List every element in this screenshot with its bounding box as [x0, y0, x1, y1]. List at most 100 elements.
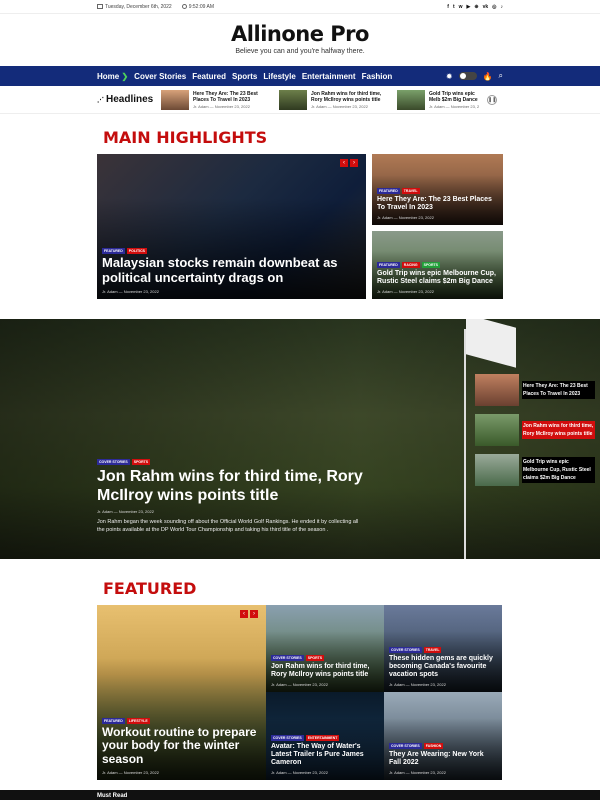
nav-item-entertainment[interactable]: Entertainment — [302, 72, 356, 81]
hero-feature[interactable]: COVER STORIES SPORTS Jon Rahm wins for th… — [0, 319, 600, 559]
nav-item-fashion[interactable]: Fashion — [362, 72, 393, 81]
category-badge[interactable]: COVER STORIES — [97, 459, 130, 465]
featured-grid-title[interactable]: Jon Rahm wins for third time, Rory McIlr… — [271, 663, 379, 679]
category-badge[interactable]: LIFESTYLE — [126, 717, 150, 724]
headline-title: Gold Trip wins epic Melb $2m Big Dance — [429, 90, 478, 103]
lead-story-title[interactable]: Malaysian stocks remain downbeat as poli… — [102, 255, 361, 286]
headline-meta: Jr. Adam — November 23, 2022 — [193, 103, 250, 109]
featured-grid-title[interactable]: These hidden gems are quickly becoming C… — [389, 655, 497, 679]
twitter-icon[interactable]: t — [453, 4, 455, 10]
instagram-icon[interactable]: ◎ — [492, 4, 496, 10]
headline-item[interactable]: Here They Are: The 23 Best Places To Tra… — [161, 89, 273, 110]
story-meta: Jr. Adam — November 23, 2022 — [377, 215, 434, 220]
tiktok-icon[interactable]: ♪ — [501, 4, 504, 10]
story-meta: Jr. Adam — November 23, 2022 — [271, 770, 328, 775]
featured-lead-card[interactable]: ‹ › FEATURED LIFESTYLE Workout routine to … — [97, 605, 266, 780]
list-item[interactable]: Jon Rahm wins for third time, Rory McIlr… — [475, 414, 595, 446]
headline-meta: Jr. Adam — November 23, 2022 — [311, 103, 368, 109]
prev-arrow-button[interactable]: ‹ — [340, 159, 348, 167]
list-item-title[interactable]: Here They Are: The 23 Best Places To Tra… — [522, 381, 595, 399]
site-logo[interactable]: Allinone Pro — [0, 22, 600, 46]
story-meta: Jr. Adam — November 23, 2022 — [97, 509, 154, 514]
featured-grid-card[interactable]: COVER STORIES SPORTS Jon Rahm wins for th… — [266, 605, 384, 692]
top-bar: Tuesday, December 6th, 2022 9:52:09 AM f… — [0, 0, 600, 14]
category-badge[interactable]: POLITICS — [126, 248, 147, 255]
facebook-icon[interactable]: f — [447, 4, 449, 10]
headline-item[interactable]: Jon Rahm wins for third time, Rory McIlr… — [279, 89, 391, 110]
pause-button[interactable]: ❚❚ — [487, 94, 497, 105]
hero-excerpt: Jon Rahm began the week sounding off abo… — [97, 519, 359, 533]
side-story-card[interactable]: FEATURED TRAVEL Here They Are: The 23 Bes… — [372, 154, 503, 225]
dark-mode-toggle[interactable] — [458, 72, 477, 80]
list-thumbnail — [475, 454, 519, 486]
fire-icon[interactable]: 🔥 — [483, 72, 493, 81]
category-badge[interactable]: FEATURED — [102, 248, 125, 255]
featured-lead-title[interactable]: Workout routine to prepare your body for… — [102, 725, 261, 767]
prev-arrow-button[interactable]: ‹ — [240, 610, 248, 618]
featured-title: FEATURED — [103, 579, 197, 598]
featured-grid-card[interactable]: COVER STORIES ENTERTAINMENT Avatar: The W… — [266, 692, 384, 780]
category-badge[interactable]: SPORTS — [305, 654, 325, 661]
next-arrow-button[interactable]: › — [250, 610, 258, 618]
side-story-card[interactable]: FEATURED RACING SPORTS Gold Trip wins epic… — [372, 231, 503, 299]
side-story-title[interactable]: Here They Are: The 23 Best Places To Tra… — [377, 196, 498, 212]
time-display: 9:52:09 AM — [181, 3, 214, 10]
main-highlights-title: MAIN HIGHLIGHTS — [103, 128, 268, 147]
sun-icon: ✹ — [445, 71, 453, 81]
category-badge[interactable]: RACING — [401, 261, 420, 268]
list-item[interactable]: Gold Trip wins epic Melbourne Cup, Rusti… — [475, 454, 595, 486]
nav-item-cover-stories[interactable]: Cover Stories — [134, 72, 186, 81]
featured-section: ‹ › FEATURED LIFESTYLE Workout routine to … — [97, 605, 503, 780]
featured-grid-title[interactable]: Avatar: The Way of Water's Latest Traile… — [271, 743, 379, 767]
category-badge[interactable]: SPORTS — [421, 261, 441, 268]
story-meta: Jr. Adam — November 23, 2022 — [389, 682, 446, 687]
next-arrow-button[interactable]: › — [350, 159, 358, 167]
category-badge[interactable]: FEATURED — [102, 717, 125, 724]
story-meta: Jr. Adam — November 23, 2022 — [102, 289, 159, 294]
list-item-title[interactable]: Jon Rahm wins for third time, Rory McIlr… — [522, 421, 595, 439]
vk-icon[interactable]: vk — [483, 4, 489, 10]
featured-grid-card[interactable]: COVER STORIES FASHION They Are Wearing: N… — [384, 692, 502, 780]
calendar-icon — [97, 3, 103, 9]
category-badge[interactable]: FEATURED — [377, 261, 400, 268]
featured-grid-card[interactable]: COVER STORIES TRAVEL These hidden gems ar… — [384, 605, 502, 692]
category-badge[interactable]: COVER STORIES — [271, 654, 304, 661]
headline-meta: Jr. Adam — November 23, 2 — [429, 103, 480, 109]
whatsapp-icon[interactable]: w — [459, 4, 463, 10]
dribbble-icon[interactable]: ⊕ — [474, 4, 478, 10]
featured-grid-title[interactable]: They Are Wearing: New York Fall 2022 — [389, 751, 497, 767]
category-badge[interactable]: COVER STORIES — [389, 742, 422, 749]
nav-item-home[interactable]: Home ❯ — [97, 72, 128, 81]
headline-title: Here They Are: The 23 Best Places To Tra… — [193, 90, 258, 103]
lead-story-card[interactable]: ‹ › FEATURED POLITICS Malaysian stocks rem… — [97, 154, 366, 299]
list-item-title[interactable]: Gold Trip wins epic Melbourne Cup, Rusti… — [522, 457, 595, 483]
hero-title[interactable]: Jon Rahm wins for third time, Rory McIlr… — [97, 467, 367, 505]
nav-item-featured[interactable]: Featured — [192, 72, 226, 81]
flag-pole-graphic — [464, 329, 466, 559]
side-story-title[interactable]: Gold Trip wins epic Melbourne Cup, Rusti… — [377, 270, 498, 286]
category-badge[interactable]: ENTERTAINMENT — [305, 734, 340, 741]
youtube-icon[interactable]: ▶ — [467, 4, 471, 10]
headline-thumbnail — [397, 89, 425, 110]
search-icon[interactable]: ⌕ — [499, 71, 503, 81]
nav-item-lifestyle[interactable]: Lifestyle — [263, 72, 295, 81]
category-badge[interactable]: TRAVEL — [423, 646, 442, 653]
story-meta: Jr. Adam — November 23, 2022 — [102, 770, 159, 775]
category-badge[interactable]: COVER STORIES — [271, 734, 304, 741]
category-badge[interactable]: SPORTS — [131, 459, 151, 465]
headline-item[interactable]: Gold Trip wins epic Melb $2m Big Dance Jr… — [397, 89, 481, 110]
category-badge[interactable]: FEATURED — [377, 187, 400, 194]
slider-arrows: ‹ › — [240, 610, 258, 618]
category-badge[interactable]: TRAVEL — [401, 187, 420, 194]
category-badge[interactable]: FASHION — [423, 742, 444, 749]
slider-arrows: ‹ › — [340, 159, 358, 167]
main-highlights-section: ‹ › FEATURED POLITICS Malaysian stocks rem… — [97, 154, 503, 299]
clock-icon — [181, 3, 187, 9]
site-brand: Allinone Pro Believe you can and you're … — [0, 14, 600, 66]
list-thumbnail — [475, 374, 519, 406]
nav-item-sports[interactable]: Sports — [232, 72, 257, 81]
category-badge[interactable]: COVER STORIES — [389, 646, 422, 653]
date-display: Tuesday, December 6th, 2022 — [97, 4, 172, 10]
list-item[interactable]: Here They Are: The 23 Best Places To Tra… — [475, 374, 595, 406]
headline-thumbnail — [279, 89, 307, 110]
